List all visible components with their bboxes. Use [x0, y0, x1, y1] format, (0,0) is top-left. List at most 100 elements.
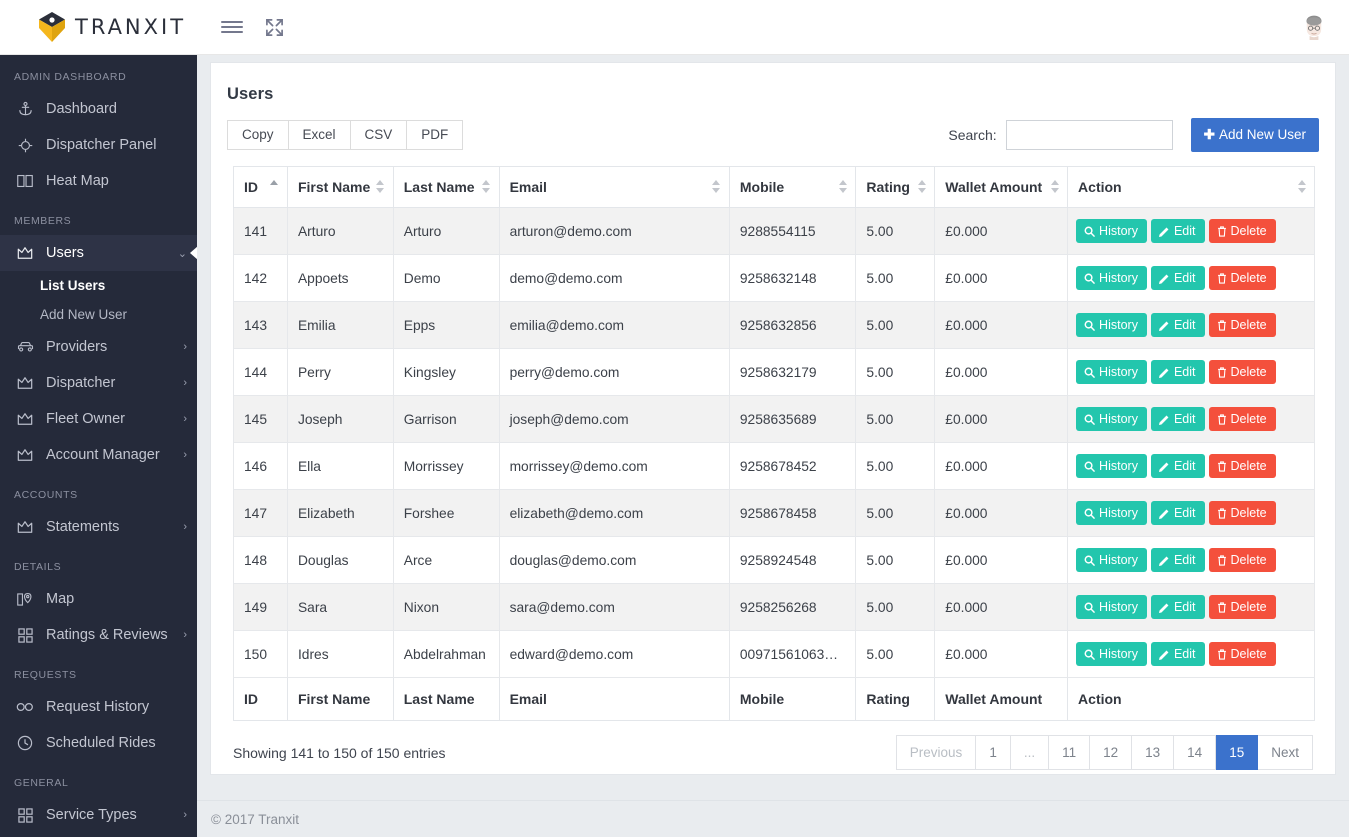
trash-icon	[1217, 602, 1227, 613]
csv-button[interactable]: CSV	[350, 120, 408, 150]
sidebar-item-label: Users	[46, 245, 172, 261]
column-header-wallet-amount[interactable]: Wallet Amount	[935, 167, 1068, 208]
cell-id: 142	[234, 255, 288, 302]
delete-button[interactable]: Delete	[1209, 360, 1276, 385]
history-button[interactable]: History	[1076, 313, 1147, 338]
column-header-id[interactable]: ID	[234, 167, 288, 208]
delete-button[interactable]: Delete	[1209, 313, 1276, 338]
delete-button[interactable]: Delete	[1209, 642, 1276, 667]
edit-button[interactable]: Edit	[1151, 407, 1205, 432]
pagination-1[interactable]: 1	[976, 735, 1011, 770]
pagination-11[interactable]: 11	[1049, 735, 1090, 770]
sidebar-subitem-list-users[interactable]: List Users	[0, 271, 197, 300]
sidebar-section-general: GENERAL	[0, 761, 197, 797]
sidebar-item-providers[interactable]: Providers ›	[0, 329, 197, 365]
column-header-action[interactable]: Action	[1068, 167, 1315, 208]
sidebar-subitem-add-new-user[interactable]: Add New User	[0, 300, 197, 329]
edit-button[interactable]: Edit	[1151, 313, 1205, 338]
delete-button[interactable]: Delete	[1209, 501, 1276, 526]
history-button[interactable]: History	[1076, 548, 1147, 573]
sidebar-item-dashboard[interactable]: Dashboard	[0, 91, 197, 127]
add-new-user-button[interactable]: ✚ Add New User	[1191, 118, 1319, 152]
cell-id: 143	[234, 302, 288, 349]
delete-button[interactable]: Delete	[1209, 266, 1276, 291]
sidebar-item-dispatcher-panel[interactable]: Dispatcher Panel	[0, 127, 197, 163]
pagination-next[interactable]: Next	[1258, 735, 1313, 770]
column-header-email[interactable]: Email	[499, 167, 729, 208]
sidebar-item-ratings-reviews[interactable]: Ratings & Reviews ›	[0, 617, 197, 653]
sidebar-item-documents[interactable]: Documents ›	[0, 833, 197, 837]
edit-button[interactable]: Edit	[1151, 501, 1205, 526]
delete-button[interactable]: Delete	[1209, 454, 1276, 479]
cell-last-name: Nixon	[393, 584, 499, 631]
sidebar-item-label: Dashboard	[46, 101, 187, 117]
sidebar-item-heat-map[interactable]: Heat Map	[0, 163, 197, 199]
location-pin-logo-icon	[39, 12, 65, 42]
trash-icon	[1217, 320, 1227, 331]
edit-button[interactable]: Edit	[1151, 266, 1205, 291]
edit-button[interactable]: Edit	[1151, 454, 1205, 479]
row-action-group: HistoryEditDelete	[1076, 595, 1306, 620]
edit-button[interactable]: Edit	[1151, 219, 1205, 244]
cell-id: 141	[234, 208, 288, 255]
sidebar-section-members: MEMBERS	[0, 199, 197, 235]
column-header-last-name[interactable]: Last Name	[393, 167, 499, 208]
history-button[interactable]: History	[1076, 407, 1147, 432]
column-header-mobile[interactable]: Mobile	[729, 167, 856, 208]
delete-button[interactable]: Delete	[1209, 595, 1276, 620]
cell-mobile: 9288554115	[729, 208, 856, 255]
sidebar-item-account-manager[interactable]: Account Manager ›	[0, 437, 197, 473]
sidebar-item-scheduled-rides[interactable]: Scheduled Rides	[0, 725, 197, 761]
sidebar-item-users[interactable]: Users ⌄	[0, 235, 197, 271]
table-row: 141ArturoArturoarturon@demo.com928855411…	[234, 208, 1315, 255]
brand-logo[interactable]: TRANXIT	[0, 0, 197, 55]
history-button[interactable]: History	[1076, 642, 1147, 667]
sidebar-item-dispatcher[interactable]: Dispatcher ›	[0, 365, 197, 401]
pagination-14[interactable]: 14	[1174, 735, 1216, 770]
trash-icon	[1217, 555, 1227, 566]
history-button[interactable]: History	[1076, 595, 1147, 620]
pdf-button[interactable]: PDF	[406, 120, 463, 150]
copy-button[interactable]: Copy	[227, 120, 289, 150]
row-action-group: HistoryEditDelete	[1076, 501, 1306, 526]
grid-icon	[14, 625, 36, 645]
cell-action: HistoryEditDelete	[1068, 443, 1315, 490]
edit-label: Edit	[1174, 225, 1196, 238]
sidebar-item-statements[interactable]: Statements ›	[0, 509, 197, 545]
plus-icon: ✚	[1204, 127, 1215, 142]
search-icon	[1084, 320, 1095, 331]
delete-button[interactable]: Delete	[1209, 548, 1276, 573]
history-button[interactable]: History	[1076, 219, 1147, 244]
edit-button[interactable]: Edit	[1151, 642, 1205, 667]
history-button[interactable]: History	[1076, 360, 1147, 385]
map-book-icon	[14, 171, 36, 191]
edit-button[interactable]: Edit	[1151, 595, 1205, 620]
pagination-13[interactable]: 13	[1132, 735, 1174, 770]
edit-button[interactable]: Edit	[1151, 360, 1205, 385]
sidebar-item-map[interactable]: Map	[0, 581, 197, 617]
edit-button[interactable]: Edit	[1151, 548, 1205, 573]
sidebar-item-fleet-owner[interactable]: Fleet Owner ›	[0, 401, 197, 437]
column-header-first-name[interactable]: First Name	[287, 167, 393, 208]
column-header-rating[interactable]: Rating	[856, 167, 935, 208]
cell-action: HistoryEditDelete	[1068, 584, 1315, 631]
cell-email: emilia@demo.com	[499, 302, 729, 349]
expand-arrows-icon[interactable]	[261, 14, 287, 40]
pagination-15[interactable]: 15	[1216, 735, 1258, 770]
delete-button[interactable]: Delete	[1209, 219, 1276, 244]
history-button[interactable]: History	[1076, 266, 1147, 291]
search-input[interactable]	[1006, 120, 1173, 150]
excel-button[interactable]: Excel	[288, 120, 351, 150]
trash-icon	[1217, 226, 1227, 237]
user-avatar[interactable]	[1299, 12, 1329, 42]
pagination-12[interactable]: 12	[1090, 735, 1132, 770]
add-new-user-label: Add New User	[1219, 127, 1306, 142]
delete-button[interactable]: Delete	[1209, 407, 1276, 432]
sidebar-item-request-history[interactable]: Request History	[0, 689, 197, 725]
history-button[interactable]: History	[1076, 454, 1147, 479]
cell-action: History Edit Delete	[1068, 208, 1315, 255]
sidebar-item-service-types[interactable]: Service Types ›	[0, 797, 197, 833]
history-button[interactable]: History	[1076, 501, 1147, 526]
sidebar-subitem-label: List Users	[40, 278, 105, 293]
hamburger-icon[interactable]	[219, 14, 245, 40]
